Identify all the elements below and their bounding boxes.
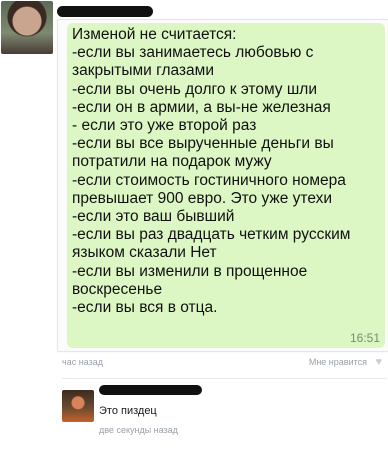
message-line: -если вы очень долго к этому шли	[72, 80, 317, 98]
message-bubble: Изменой не считается: -если вы занимаетес…	[67, 23, 385, 348]
message-line: -если вы вся в отца.	[72, 299, 218, 317]
message-line: - если это уже второй раз	[72, 117, 257, 135]
message-line: -если стоимость гостиничного номера	[72, 171, 346, 189]
message-line: -если вы занимаетесь любовью с	[72, 44, 314, 62]
comment-author-redacted	[99, 385, 202, 395]
post-meta: час назад Мне нравится ♥	[62, 356, 387, 371]
message-line: воскресенье	[72, 280, 163, 298]
post-image: Изменой не считается: -если вы занимаетес…	[57, 19, 388, 352]
comment-avatar[interactable]	[62, 390, 94, 422]
message-time: 16:51	[349, 331, 380, 345]
comment-time[interactable]: две секунды назад	[99, 425, 178, 435]
message-line: закрытыми глазами	[72, 62, 214, 80]
message-line: -если вы все вырученные деньги вы	[72, 135, 334, 153]
like-button[interactable]: Мне нравится	[309, 357, 367, 367]
comment-text: Это пиздец	[99, 405, 157, 417]
message-line: Изменой не считается:	[72, 26, 237, 43]
post-time[interactable]: час назад	[62, 357, 103, 367]
message-line: -если это ваш бывший	[72, 208, 235, 226]
message-line: -если он в армии, а вы-не железная	[72, 98, 331, 116]
divider	[62, 378, 387, 379]
message-line: потратили на подарок мужу	[72, 153, 272, 171]
message-line: превышает 900 евро. Это уже утехи	[72, 189, 333, 207]
message-line: -если вы изменили в прощенное	[72, 262, 308, 280]
message-line: языком сказали Нет	[72, 244, 217, 262]
heart-icon[interactable]: ♥	[375, 356, 382, 368]
message-line: -если вы раз двадцать четким русским	[72, 226, 351, 244]
author-name-redacted	[57, 6, 153, 17]
message-text: Изменой не считается: -если вы занимаетес…	[72, 26, 381, 317]
author-avatar[interactable]	[1, 1, 53, 54]
